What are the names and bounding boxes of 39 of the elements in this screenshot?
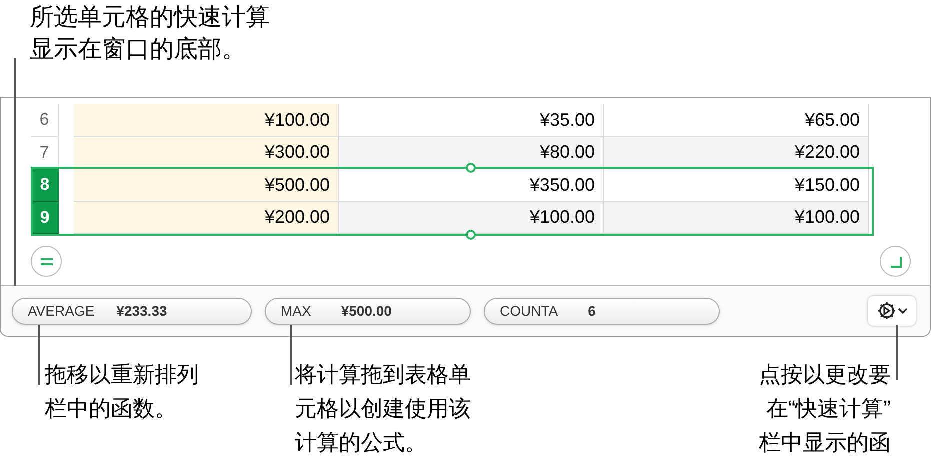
callout-text: 拖移以重新排列 栏中的函数。: [45, 361, 199, 423]
calculation-pill[interactable]: AVERAGE ¥233.33: [12, 298, 252, 324]
row-header[interactable]: 9: [31, 202, 59, 234]
function-name: MAX: [281, 302, 312, 320]
leader-line: [38, 325, 40, 385]
function-value: ¥233.33: [116, 302, 168, 320]
row-header[interactable]: 6: [31, 104, 59, 136]
table-cell: ¥80.00: [339, 136, 604, 169]
function-name: AVERAGE: [28, 302, 95, 320]
formula-button[interactable]: [31, 246, 62, 277]
row-header[interactable]: 7: [31, 136, 59, 169]
table-cell: ¥500.00: [74, 169, 339, 202]
table-cell: ¥200.00: [74, 202, 339, 234]
callout-text: 点按以更改要 在“快速计算” 栏中显示的函: [759, 361, 891, 457]
leader-line: [290, 325, 292, 385]
resize-table-button[interactable]: [880, 246, 911, 277]
callout-text: 所选单元格的快速计算 显示在窗口的底部。: [30, 3, 270, 65]
leader-line: [896, 325, 898, 380]
corner-icon: [890, 256, 902, 268]
table-cell: ¥150.00: [604, 169, 869, 202]
resize-handle[interactable]: [466, 230, 476, 240]
table-cell: ¥100.00: [604, 202, 869, 234]
table-cell: ¥100.00: [74, 104, 339, 136]
table-cell: ¥300.00: [74, 136, 339, 169]
function-name: COUNTA: [500, 302, 558, 320]
table-cell: ¥100.00: [339, 202, 604, 234]
settings-button[interactable]: [868, 296, 916, 326]
chevron-down-icon: [898, 307, 908, 315]
table-cell: ¥35.00: [339, 104, 604, 136]
calculation-pill[interactable]: MAX ¥500.00: [265, 298, 471, 324]
row-header[interactable]: 8: [31, 169, 59, 202]
table-cell: ¥220.00: [604, 136, 869, 169]
calculation-pill[interactable]: COUNTA 6: [484, 298, 720, 324]
function-value: 6: [588, 302, 596, 320]
table-cell: ¥65.00: [604, 104, 869, 136]
function-value: ¥500.00: [341, 302, 392, 320]
equals-icon: [40, 258, 54, 266]
callout-text: 将计算拖到表格单 元格以创建使用该 计算的公式。: [295, 361, 471, 457]
gear-icon: [876, 301, 896, 321]
